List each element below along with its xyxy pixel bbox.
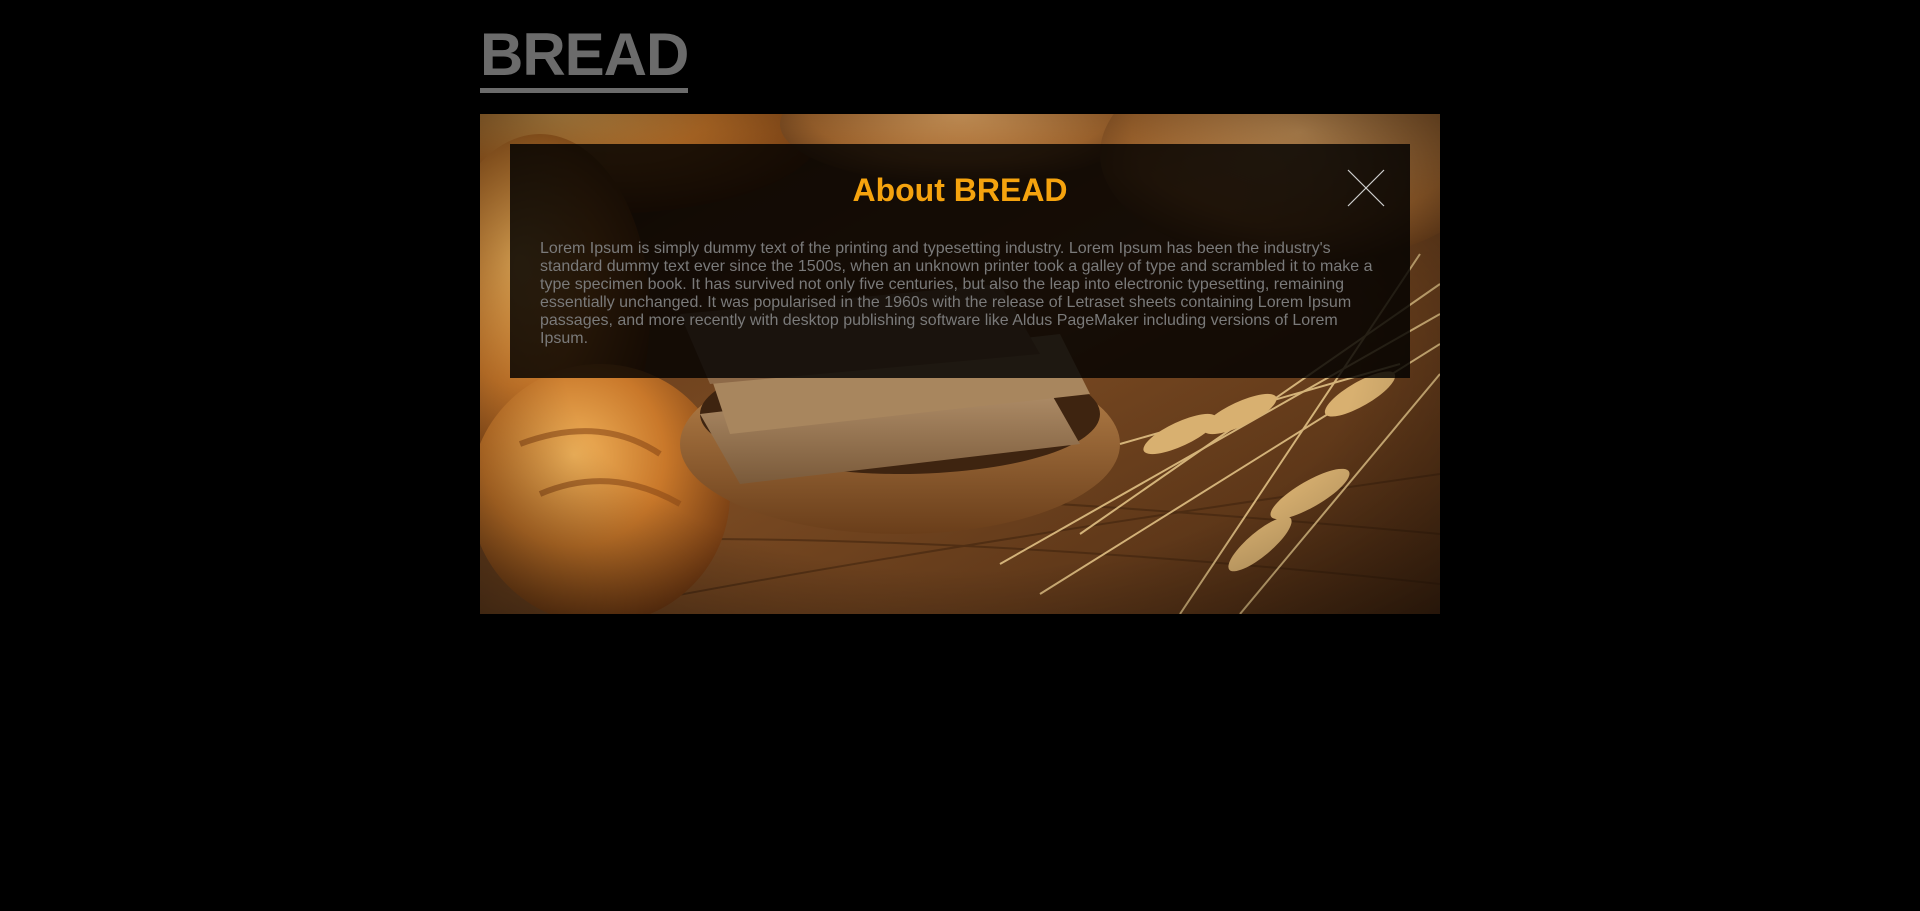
- close-icon: [1347, 169, 1385, 207]
- modal-title: About BREAD: [852, 172, 1068, 208]
- hero-image: About BREAD Lorem Ipsum is simply dummy …: [480, 114, 1440, 614]
- site-logo[interactable]: BREAD: [480, 22, 689, 93]
- modal-body-text: Lorem Ipsum is simply dummy text of the …: [540, 240, 1373, 347]
- close-button[interactable]: [1346, 168, 1386, 208]
- about-modal: About BREAD Lorem Ipsum is simply dummy …: [510, 144, 1410, 378]
